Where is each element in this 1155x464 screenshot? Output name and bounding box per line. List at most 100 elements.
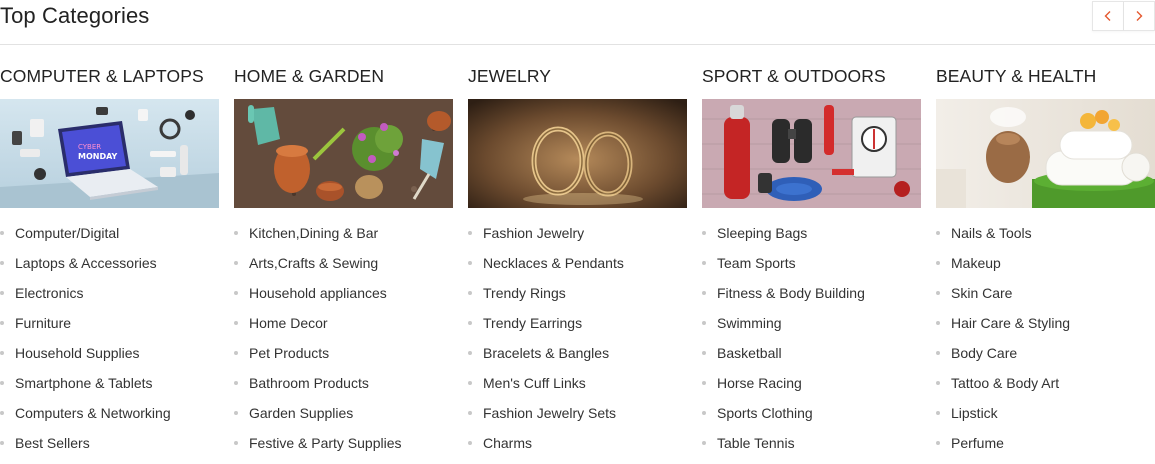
bullet [468,351,472,355]
list-item[interactable]: Perfume [936,432,1070,462]
section-title: Top Categories [0,3,150,28]
item-label: Fitness & Body Building [717,285,865,301]
rings-image[interactable] [468,99,687,208]
bullet [702,381,706,385]
bullet [936,231,940,235]
bullet [936,381,940,385]
category-title[interactable]: SPORT & OUTDOORS [702,66,886,87]
bullet [234,411,238,415]
item-label: Body Care [951,345,1018,361]
bullet [936,261,940,265]
outdoor-gear-image[interactable] [702,99,921,208]
list-item[interactable]: Festive & Party Supplies [234,432,402,462]
list-item[interactable]: Kitchen,Dining & Bar [234,222,402,252]
item-label: Table Tennis [717,435,795,451]
list-item[interactable]: Home Decor [234,312,402,342]
item-label: Fashion Jewelry Sets [483,405,617,421]
bullet [234,231,238,235]
list-item[interactable]: Computer/Digital [0,222,171,252]
list-item[interactable]: Laptops & Accessories [0,252,171,282]
list-item[interactable]: Best Sellers [0,432,171,462]
bullet [702,321,706,325]
bullet [234,321,238,325]
list-item[interactable]: Lipstick [936,402,1070,432]
list-item[interactable]: Bracelets & Bangles [468,342,624,372]
item-label: Bracelets & Bangles [483,345,610,361]
item-label: Home Decor [249,315,328,331]
list-item[interactable]: Trendy Rings [468,282,624,312]
spa-towels-image[interactable] [936,99,1155,208]
list-item[interactable]: Nails & Tools [936,222,1070,252]
list-item[interactable]: Men's Cuff Links [468,372,624,402]
category-title[interactable]: JEWELRY [468,66,551,87]
list-item[interactable]: Household Supplies [0,342,171,372]
bullet [936,321,940,325]
bullet [0,441,4,445]
item-label: Household appliances [249,285,387,301]
category-title[interactable]: BEAUTY & HEALTH [936,66,1096,87]
list-item[interactable]: Table Tennis [702,432,865,462]
bullet [234,351,238,355]
item-label: Best Sellers [15,435,90,451]
item-label: Festive & Party Supplies [249,435,402,451]
carousel-nav [1092,1,1155,31]
bullet [0,321,4,325]
list-item[interactable]: Tattoo & Body Art [936,372,1070,402]
list-item[interactable]: Household appliances [234,282,402,312]
category-title[interactable]: COMPUTER & LAPTOPS [0,66,204,87]
list-item[interactable]: Skin Care [936,282,1070,312]
list-item[interactable]: Swimming [702,312,865,342]
list-item[interactable]: Bathroom Products [234,372,402,402]
list-item[interactable]: Trendy Earrings [468,312,624,342]
list-item[interactable]: Fitness & Body Building [702,282,865,312]
list-item[interactable]: Furniture [0,312,171,342]
item-label: Swimming [717,315,782,331]
list-item[interactable]: Pet Products [234,342,402,372]
item-label: Trendy Earrings [483,315,583,331]
bullet [936,411,940,415]
item-label: Team Sports [717,255,796,271]
bullet [702,351,706,355]
list-item[interactable]: Basketball [702,342,865,372]
laptop-screen-line-2: MONDAY [78,152,118,161]
item-label: Trendy Rings [483,285,566,301]
bullet [468,321,472,325]
bullet [234,291,238,295]
list-item[interactable]: Arts,Crafts & Sewing [234,252,402,282]
garden-tools-image[interactable] [234,99,453,208]
bullet [0,411,4,415]
bullet [468,381,472,385]
section-header: Top Categories [0,0,1155,45]
next-button[interactable] [1124,1,1155,31]
list-item[interactable]: Smartphone & Tablets [0,372,171,402]
bullet [0,261,4,265]
item-label: Arts,Crafts & Sewing [249,255,379,271]
item-label: Smartphone & Tablets [15,375,153,391]
item-label: Computers & Networking [15,405,171,421]
list-item[interactable]: Fashion Jewelry Sets [468,402,624,432]
bullet [0,381,4,385]
list-item[interactable]: Sleeping Bags [702,222,865,252]
category-list: Computer/Digital Laptops & Accessories E… [0,222,171,462]
list-item[interactable]: Horse Racing [702,372,865,402]
list-item[interactable]: Electronics [0,282,171,312]
laptop-devices-image[interactable]: CYBER MONDAY [0,99,219,208]
list-item[interactable]: Garden Supplies [234,402,402,432]
list-item[interactable]: Body Care [936,342,1070,372]
list-item[interactable]: Computers & Networking [0,402,171,432]
bullet [702,411,706,415]
item-label: Household Supplies [15,345,140,361]
list-item[interactable]: Necklaces & Pendants [468,252,624,282]
category-list: Kitchen,Dining & Bar Arts,Crafts & Sewin… [234,222,402,462]
prev-button[interactable] [1092,1,1124,31]
list-item[interactable]: Fashion Jewelry [468,222,624,252]
category-title[interactable]: HOME & GARDEN [234,66,384,87]
item-label: Hair Care & Styling [951,315,1071,331]
item-label: Perfume [951,435,1004,451]
bullet [468,261,472,265]
list-item[interactable]: Sports Clothing [702,402,865,432]
list-item[interactable]: Hair Care & Styling [936,312,1070,342]
list-item[interactable]: Team Sports [702,252,865,282]
list-item[interactable]: Charms [468,432,624,462]
list-item[interactable]: Makeup [936,252,1070,282]
